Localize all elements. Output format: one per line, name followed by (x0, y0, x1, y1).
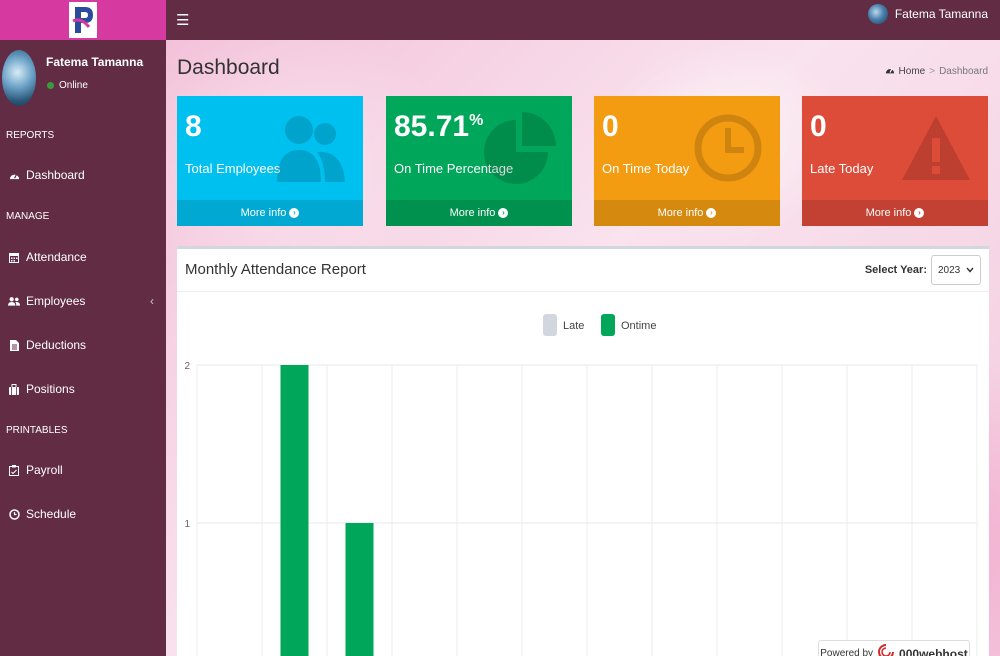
more-info-link[interactable]: More info › (802, 200, 988, 226)
legend-swatch (543, 314, 557, 336)
sidebar-item-attendance[interactable]: Attendance (0, 244, 166, 270)
user-name: Fatema Tamanna (894, 7, 988, 21)
panel-user-name: Fatema Tamanna (46, 55, 144, 69)
section-manage: MANAGE (6, 211, 50, 222)
section-reports: REPORTS (6, 130, 55, 141)
avatar (2, 50, 36, 106)
webhost-logo-icon (878, 644, 895, 656)
monthly-attendance-panel: Monthly Attendance Report Select Year: 2… (177, 246, 989, 656)
legend-label: Ontime (621, 320, 656, 332)
sidebar-item-label: Positions (26, 382, 75, 396)
webhost-brand: 000webhost (899, 646, 968, 656)
box-value: 0 (602, 110, 619, 143)
powered-by-text: Powered by (820, 648, 874, 656)
sidebar-item-schedule[interactable]: Schedule (0, 501, 166, 527)
year-select[interactable]: 2023 (931, 255, 981, 285)
year-selector: Select Year: 2023 (865, 255, 981, 285)
arrow-circle-right-icon: › (706, 208, 717, 218)
status-dot-icon (47, 82, 54, 89)
sidebar-item-label: Dashboard (26, 168, 85, 182)
attendance-chart: 1 2 Late Ontime (184, 314, 978, 656)
calendar-icon (8, 252, 20, 263)
dashboard-icon (8, 170, 20, 181)
sidebar-item-deductions[interactable]: Deductions (0, 332, 166, 358)
powered-by-badge[interactable]: Powered by 000webhost (818, 640, 970, 656)
user-menu[interactable]: Fatema Tamanna (867, 4, 988, 24)
user-panel: Fatema Tamanna Online (0, 40, 166, 120)
sidebar-item-label: Attendance (26, 250, 87, 264)
arrow-circle-right-icon: › (914, 208, 925, 218)
online-status: Online (47, 80, 88, 91)
on-time-today-box: 0 On Time Today More info › (594, 96, 780, 226)
chevron-left-icon: ‹ (150, 294, 154, 308)
breadcrumb-home-link[interactable]: Home (899, 66, 926, 77)
panel-title: Monthly Attendance Report (185, 261, 366, 278)
status-text: Online (59, 80, 88, 91)
clock-icon (694, 114, 762, 182)
year-value: 2023 (938, 264, 961, 276)
sidebar-item-employees[interactable]: Employees ‹ (0, 288, 166, 314)
bar-ontime (345, 523, 374, 656)
more-info-link[interactable]: More info › (177, 200, 363, 226)
breadcrumb-current: Dashboard (939, 66, 988, 77)
year-label: Select Year: (864, 264, 927, 276)
box-label: Late Today (810, 161, 874, 176)
box-label: Total Employees (185, 161, 281, 176)
avatar (867, 4, 888, 24)
y-tick-label: 1 (184, 519, 190, 530)
breadcrumb-separator: > (929, 66, 936, 77)
arrow-circle-right-icon: › (289, 208, 300, 218)
sidebar-item-label: Schedule (26, 507, 77, 521)
divider (177, 291, 989, 292)
sidebar-item-label: Employees (26, 294, 86, 308)
menu-toggle-icon[interactable]: ☰ (176, 11, 189, 29)
legend-label: Late (563, 320, 584, 332)
clock-icon (8, 508, 20, 520)
chevron-down-icon (966, 265, 974, 276)
sidebar-item-positions[interactable]: Positions (0, 376, 166, 402)
total-employees-box: 8 Total Employees More info › (177, 96, 363, 226)
sidebar: Fatema Tamanna Online REPORTS Dashboard … (0, 40, 166, 656)
page-title: Dashboard (177, 56, 280, 79)
sidebar-item-label: Deductions (26, 338, 87, 352)
legend-swatch (601, 314, 615, 336)
arrow-circle-right-icon: › (498, 208, 509, 218)
more-info-link[interactable]: More info › (594, 200, 780, 226)
more-info-link[interactable]: More info › (386, 200, 572, 226)
users-icon (277, 116, 345, 182)
bar-ontime (280, 365, 309, 656)
main-content: Dashboard Home > Dashboard 8 Total Emplo… (166, 40, 1000, 656)
on-time-percentage-box: 85.71% On Time Percentage More info › (386, 96, 572, 226)
sidebar-item-dashboard[interactable]: Dashboard (0, 162, 166, 188)
logo-area[interactable] (0, 0, 166, 40)
box-value: 8 (185, 110, 202, 143)
box-value: 85.71% (394, 110, 484, 143)
box-value: 0 (810, 110, 827, 143)
sidebar-item-label: Payroll (26, 463, 63, 477)
suitcase-icon (8, 383, 20, 395)
clipboard-icon (8, 464, 20, 476)
y-tick-label: 2 (184, 361, 190, 372)
pie-chart-icon (484, 112, 556, 184)
late-today-box: 0 Late Today More info › (802, 96, 988, 226)
box-label: On Time Today (602, 161, 690, 176)
dashboard-icon (885, 65, 895, 78)
section-printables: PRINTABLES (6, 425, 68, 436)
logo (69, 2, 97, 38)
top-navbar: ☰ Fatema Tamanna (166, 0, 1000, 40)
warning-icon (902, 116, 970, 180)
sidebar-item-payroll[interactable]: Payroll (0, 457, 166, 483)
breadcrumb: Home > Dashboard (885, 65, 988, 78)
logo-icon (72, 7, 93, 33)
file-icon (8, 339, 20, 351)
users-icon (8, 296, 20, 307)
